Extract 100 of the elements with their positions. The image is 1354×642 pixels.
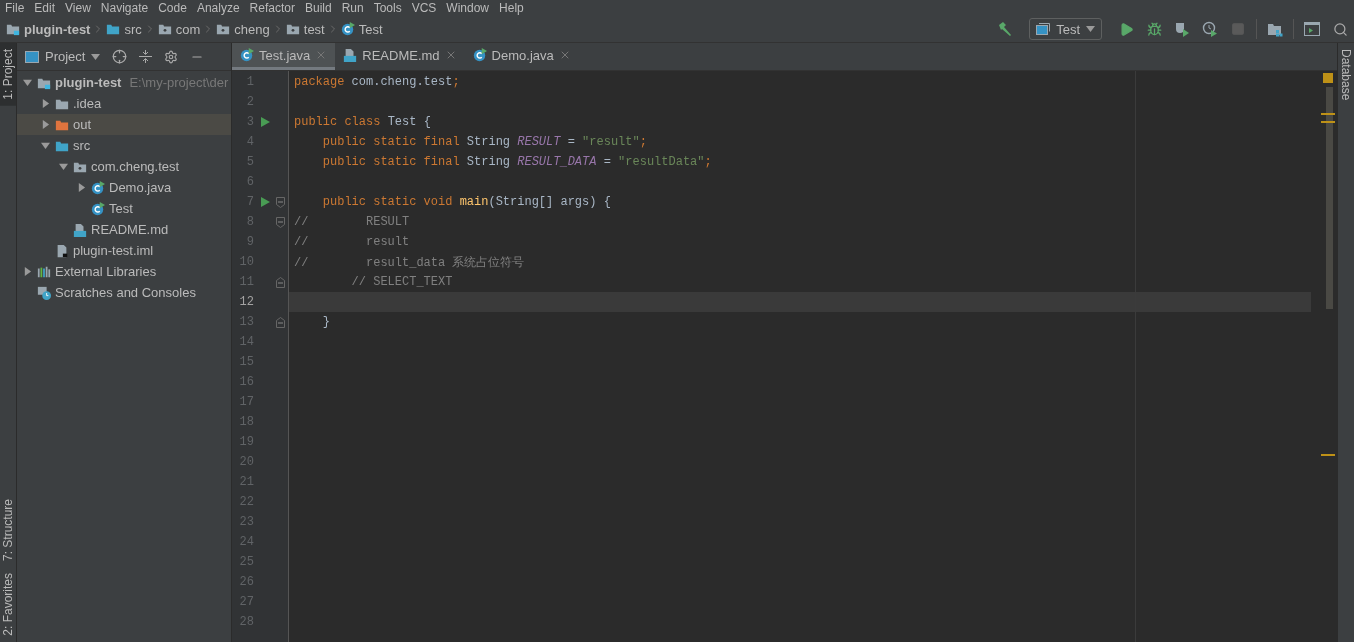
- tree-item-label: Demo.java: [109, 180, 172, 195]
- warning-marker[interactable]: [1321, 454, 1335, 456]
- menu-item[interactable]: Navigate: [95, 0, 154, 16]
- warning-marker[interactable]: [1321, 121, 1335, 123]
- project-view-dropdown[interactable]: Project: [25, 49, 101, 64]
- breadcrumb[interactable]: test: [283, 21, 327, 37]
- debug-icon[interactable]: [1146, 21, 1162, 37]
- editor-tab[interactable]: README.md: [335, 43, 465, 70]
- fold-icon[interactable]: [276, 216, 285, 228]
- code-line: public static final String RESULT_DATA = "resultData";: [321, 155, 712, 169]
- search-icon[interactable]: [1332, 21, 1348, 37]
- project-path: E:\my-project\der: [129, 75, 229, 90]
- tree-item[interactable]: com.cheng.test: [17, 156, 231, 177]
- tree-item-label: com.cheng.test: [91, 159, 180, 174]
- tree-item-label: plugin-test.iml: [73, 243, 154, 258]
- libraries-icon: [37, 264, 51, 279]
- tree-item[interactable]: .idea: [17, 93, 231, 114]
- code-line: // RESULT: [294, 215, 410, 229]
- collapse-all-icon[interactable]: [139, 50, 153, 63]
- class-icon: [91, 201, 105, 216]
- tree-item-label: .idea: [73, 96, 102, 111]
- menu-item[interactable]: Run: [336, 0, 369, 16]
- caret-icon: [91, 53, 101, 60]
- menu-item[interactable]: Edit: [29, 0, 61, 16]
- tree-item[interactable]: Scratches and Consoles: [17, 282, 231, 303]
- collapsed-arrow-icon[interactable]: [76, 183, 86, 192]
- structure-tool-tab[interactable]: 7: Structure: [0, 493, 16, 568]
- collapsed-arrow-icon[interactable]: [40, 120, 50, 129]
- tree-item[interactable]: plugin-test.iml: [17, 240, 231, 261]
- menu-item[interactable]: Code: [153, 0, 192, 16]
- menu-item[interactable]: Build: [299, 0, 337, 16]
- collapsed-arrow-icon[interactable]: [40, 99, 50, 108]
- editor-tab[interactable]: Test.java: [232, 43, 336, 70]
- code-line: }: [321, 315, 330, 329]
- run-icon[interactable]: [1118, 21, 1134, 37]
- code-line: // result: [294, 235, 410, 249]
- markdown-file-icon: [73, 222, 87, 237]
- tree-item[interactable]: External Libraries: [17, 261, 231, 282]
- menu-item[interactable]: Window: [441, 0, 495, 16]
- tree-item-label: Test: [109, 201, 133, 216]
- breadcrumb[interactable]: com: [155, 21, 203, 37]
- caret-icon: [1086, 26, 1095, 32]
- project-tool-tab[interactable]: 1: Project: [0, 43, 16, 106]
- file-icon: [55, 243, 69, 258]
- menu-item[interactable]: Help: [494, 0, 529, 16]
- tree-item-label: External Libraries: [55, 264, 157, 279]
- breadcrumb[interactable]: plugin-test: [4, 21, 93, 37]
- menu-item[interactable]: Refactor: [244, 0, 300, 16]
- code-line: public static final String RESULT = "result";: [321, 135, 647, 149]
- expanded-arrow-icon[interactable]: [58, 162, 68, 171]
- line-number: 12: [238, 295, 254, 309]
- fold-icon[interactable]: [276, 276, 285, 288]
- warning-marker[interactable]: [1321, 113, 1335, 115]
- window-icon: [1036, 23, 1051, 35]
- tree-item[interactable]: Test: [17, 198, 231, 219]
- expanded-arrow-icon[interactable]: [40, 141, 50, 150]
- favorites-tool-tab[interactable]: 2: Favorites: [0, 567, 16, 642]
- menu-item[interactable]: VCS: [406, 0, 442, 16]
- breadcrumb[interactable]: Test: [338, 21, 385, 37]
- code-line: package com.cheng.test;: [294, 75, 460, 89]
- class-icon: [91, 180, 105, 195]
- database-tool-tab[interactable]: Database: [1338, 43, 1354, 107]
- package-icon: [216, 22, 231, 36]
- scrollbar-thumb[interactable]: [1326, 87, 1333, 309]
- collapsed-arrow-icon[interactable]: [22, 267, 32, 276]
- menu-item[interactable]: Analyze: [191, 0, 245, 16]
- profiler-icon[interactable]: [1200, 19, 1220, 39]
- class-icon: [472, 48, 487, 62]
- class-icon: [340, 22, 355, 36]
- editor-tab[interactable]: Demo.java: [464, 43, 579, 70]
- tree-item-label: Scratches and Consoles: [55, 285, 196, 300]
- settings-icon[interactable]: [164, 49, 179, 64]
- fold-icon[interactable]: [276, 196, 285, 208]
- menu-item[interactable]: Tools: [368, 0, 407, 16]
- module-folder-icon: [6, 22, 20, 36]
- breadcrumb[interactable]: src: [104, 21, 144, 37]
- code-line: public class Test {: [294, 115, 431, 129]
- run-icon[interactable]: [260, 117, 270, 127]
- tree-item[interactable]: plugin-test E:\my-project\der: [17, 72, 231, 93]
- run-icon[interactable]: [260, 197, 270, 207]
- package-icon: [285, 22, 300, 36]
- tree-item-label: plugin-test: [55, 75, 122, 90]
- code-line: public static void main(String[] args) {: [321, 195, 611, 209]
- tree-item[interactable]: out: [17, 114, 231, 135]
- tree-item[interactable]: src: [17, 135, 231, 156]
- tree-item-label: out: [73, 117, 92, 132]
- terminal-window-icon[interactable]: [1302, 19, 1322, 39]
- tree-item[interactable]: Demo.java: [17, 177, 231, 198]
- locate-icon[interactable]: [112, 49, 128, 64]
- code-line: // result_data 系统占位符号: [294, 254, 525, 271]
- class-icon: [240, 48, 254, 62]
- breadcrumb[interactable]: cheng: [214, 21, 272, 37]
- tree-item[interactable]: README.md: [17, 219, 231, 240]
- scratches-icon: [37, 285, 51, 300]
- code-line: // SELECT_TEXT: [350, 275, 453, 289]
- fold-icon[interactable]: [276, 316, 285, 328]
- run-configuration-dropdown[interactable]: Test: [1029, 18, 1102, 40]
- menu-item[interactable]: View: [60, 0, 96, 16]
- menu-item[interactable]: File: [0, 0, 30, 16]
- expanded-arrow-icon[interactable]: [22, 78, 32, 87]
